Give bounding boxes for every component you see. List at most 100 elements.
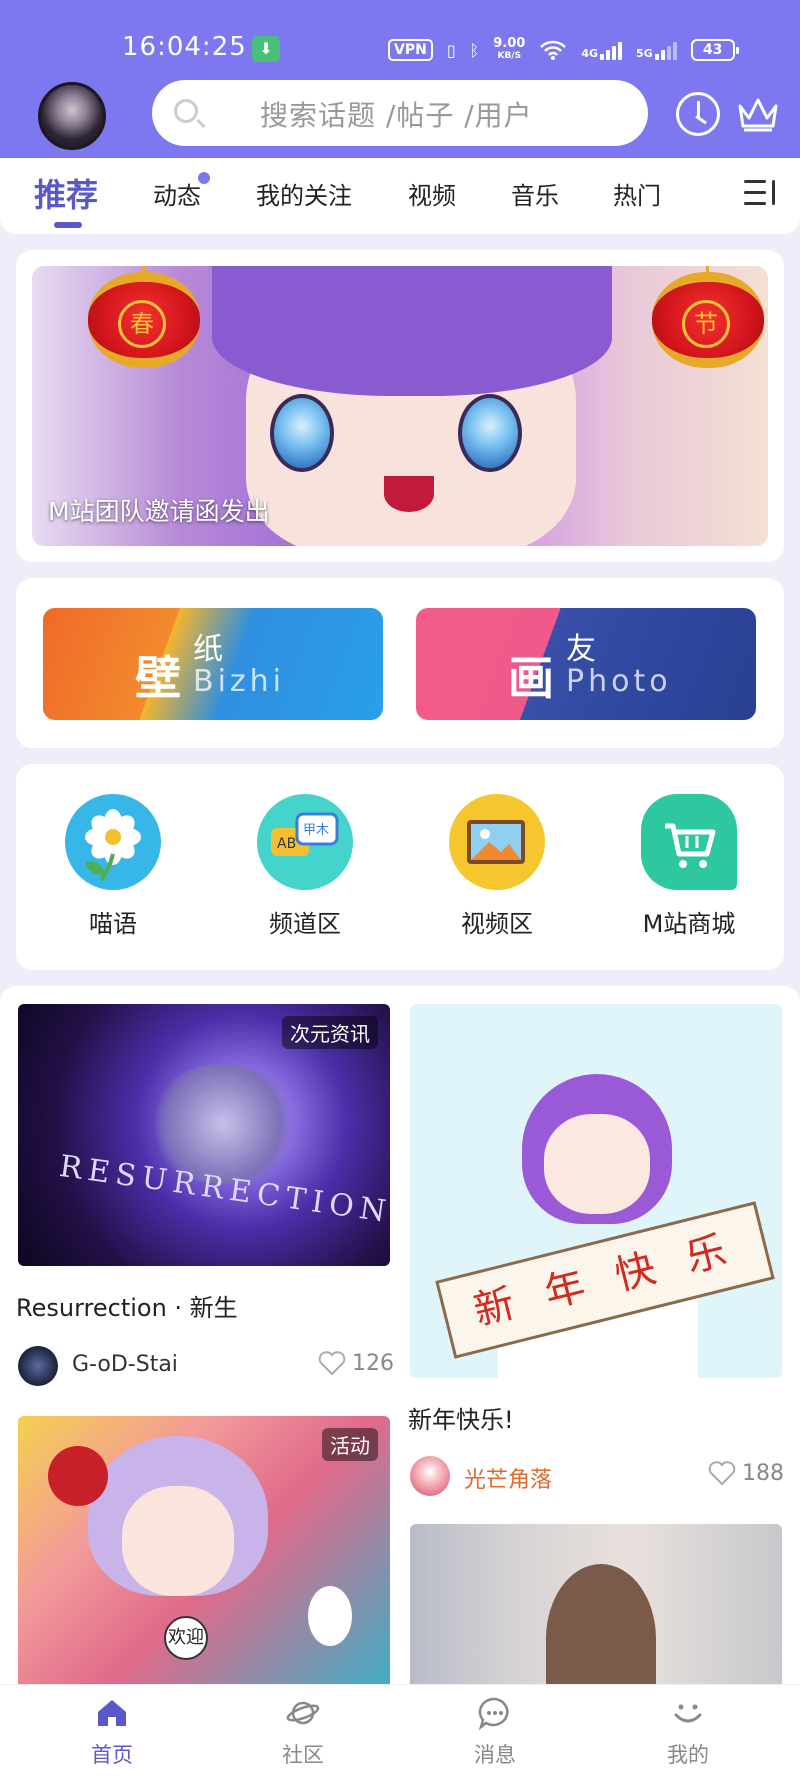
wifi-icon <box>540 40 567 60</box>
nav-community[interactable]: 社区 <box>243 1695 363 1769</box>
category-video[interactable]: 视频区 <box>432 794 562 939</box>
cart-icon <box>641 794 737 890</box>
search-icon <box>174 99 198 123</box>
tab-recommend[interactable]: 推荐 <box>34 170 98 216</box>
nav-label: 首页 <box>91 1743 133 1767</box>
author-avatar[interactable] <box>410 1456 450 1496</box>
message-icon <box>478 1697 509 1731</box>
status-bar: 16:04:25 ⬇ VPN ▯ ᛒ 9.00 KB/S 4G 5G 43 <box>0 0 800 72</box>
banner-eye-right <box>458 394 522 472</box>
post-feed: RESURRECTION 次元资讯 Resurrection · 新生 G-oD… <box>0 986 800 1684</box>
download-icon: ⬇ <box>252 36 280 62</box>
status-icons: VPN ▯ ᛒ 9.00 KB/S 4G 5G 43 <box>388 36 739 64</box>
net-speed: 9.00 KB/S <box>493 37 525 63</box>
post-image-photo[interactable] <box>410 1524 782 1684</box>
wallpaper-feature-button[interactable]: 壁 纸 Bizhi <box>43 608 383 720</box>
post-character-face <box>544 1114 650 1214</box>
banner-mouth <box>384 476 434 512</box>
top-header: 16:04:25 ⬇ VPN ▯ ᛒ 9.00 KB/S 4G 5G 43 搜索话… <box>0 0 800 158</box>
post-image-resurrection[interactable]: RESURRECTION 次元资讯 <box>18 1004 390 1266</box>
nav-messages[interactable]: 消息 <box>435 1695 555 1769</box>
net2-label: 5G <box>636 47 653 60</box>
search-bar[interactable]: 搜索话题 /帖子 /用户 <box>152 80 648 146</box>
wallpaper-small-char: 纸 <box>193 632 223 667</box>
bluetooth-icon: ᛒ <box>469 40 480 60</box>
picture-icon <box>449 794 545 890</box>
signal-5g: 5G <box>636 40 677 60</box>
post-rabbit <box>308 1586 352 1646</box>
svg-text:AB: AB <box>277 836 296 852</box>
like-button[interactable]: 126 <box>318 1350 394 1376</box>
vpn-badge: VPN <box>388 39 433 61</box>
nav-home[interactable]: 首页 <box>52 1695 172 1769</box>
tab-following[interactable]: 我的关注 <box>256 176 352 211</box>
post-image-event[interactable]: 欢迎 活动 <box>18 1416 390 1684</box>
category-shop[interactable]: M站商城 <box>624 794 754 939</box>
home-icon <box>98 1700 126 1726</box>
post-flower-ornament <box>48 1446 108 1506</box>
search-placeholder: 搜索话题 /帖子 /用户 <box>260 99 533 132</box>
banner-card: 春 节 M站团队邀请函发出 <box>16 250 784 562</box>
signal-4g: 4G <box>581 40 622 60</box>
smile-icon <box>674 1704 702 1723</box>
category-label: M站商城 <box>642 910 736 938</box>
category-label: 视频区 <box>461 910 533 938</box>
category-tabs: 推荐 动态 我的关注 视频 音乐 热门 <box>0 158 800 234</box>
planet-icon <box>286 1701 320 1725</box>
tab-hot[interactable]: 热门 <box>613 176 661 211</box>
net1-label: 4G <box>581 47 598 60</box>
vibrate-icon: ▯ <box>446 40 456 60</box>
bottom-navigation: 首页 社区 消息 我的 <box>0 1684 800 1778</box>
like-count: 188 <box>742 1460 784 1486</box>
painter-feature-button[interactable]: 画 友 Photo <box>416 608 756 720</box>
post-tag: 活动 <box>322 1428 378 1461</box>
like-count: 126 <box>352 1350 394 1376</box>
history-clock-icon[interactable] <box>676 92 720 136</box>
banner-image[interactable]: 春 节 M站团队邀请函发出 <box>32 266 768 546</box>
post-badge-text: 欢迎 <box>164 1616 208 1660</box>
post-image-newyear[interactable]: 新 年 快 乐 <box>410 1004 782 1378</box>
author-avatar[interactable] <box>18 1346 58 1386</box>
crown-icon[interactable] <box>736 94 780 134</box>
post-tag: 次元资讯 <box>282 1016 378 1049</box>
svg-text:甲木: 甲木 <box>303 823 329 838</box>
category-label: 喵语 <box>89 910 137 938</box>
post-character-face <box>122 1486 234 1596</box>
wallpaper-en-label: Bizhi <box>193 664 286 699</box>
status-time: 16:04:25 <box>122 32 247 62</box>
tab-video[interactable]: 视频 <box>408 176 456 211</box>
flower-icon <box>65 794 161 890</box>
banner-character-hair <box>212 266 612 396</box>
chat-bubbles-icon: AB 甲木 <box>257 794 353 890</box>
user-avatar[interactable] <box>38 82 106 150</box>
lantern-right-icon: 节 <box>652 272 764 368</box>
tab-music[interactable]: 音乐 <box>511 176 559 211</box>
tab-dynamic[interactable]: 动态 <box>153 176 201 211</box>
post-person-hair <box>546 1564 656 1684</box>
nav-label: 我的 <box>667 1743 709 1767</box>
like-button[interactable]: 188 <box>708 1460 784 1486</box>
post-title[interactable]: Resurrection · 新生 <box>16 1288 238 1323</box>
category-channels[interactable]: AB 甲木 频道区 <box>240 794 370 939</box>
more-tabs-icon[interactable] <box>744 178 780 208</box>
heart-icon <box>708 1461 736 1486</box>
lantern-left-text: 春 <box>118 300 166 348</box>
tab-badge-dot <box>198 172 210 184</box>
banner-eye-left <box>270 394 334 472</box>
category-grid: 喵语 AB 甲木 频道区 视频区 M站商城 <box>16 764 784 970</box>
painter-big-char: 画 <box>508 651 554 705</box>
category-label: 频道区 <box>269 910 341 938</box>
net-speed-value: 9.00 <box>493 36 526 51</box>
banner-caption: M站团队邀请函发出 <box>48 497 270 526</box>
lantern-left-icon: 春 <box>88 272 200 368</box>
nav-label: 消息 <box>474 1743 516 1767</box>
post-title[interactable]: 新年快乐! <box>408 1400 514 1435</box>
post-author[interactable]: G-oD-Stai <box>72 1352 178 1377</box>
heart-icon <box>318 1351 346 1376</box>
painter-small-char: 友 <box>566 632 596 667</box>
lantern-right-text: 节 <box>682 300 730 348</box>
nav-profile[interactable]: 我的 <box>628 1695 748 1769</box>
category-miaoyu[interactable]: 喵语 <box>48 794 178 939</box>
active-tab-underline <box>54 222 82 228</box>
post-author[interactable]: 光芒角落 <box>464 1462 552 1494</box>
